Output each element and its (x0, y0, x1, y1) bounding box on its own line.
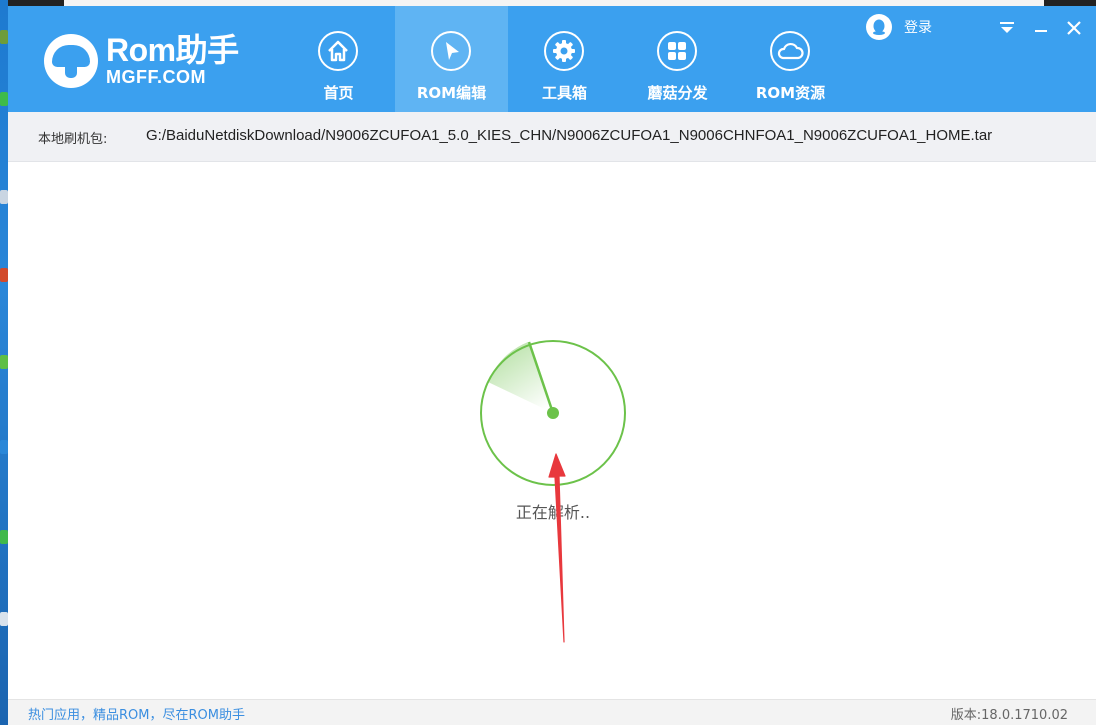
nav-label: 工具箱 (541, 84, 587, 102)
desktop-shortcut-icon[interactable] (0, 268, 8, 282)
login-button[interactable]: 登录 (866, 14, 932, 40)
cloud-icon (770, 31, 810, 71)
mushroom-icon (44, 34, 98, 88)
promo-link[interactable]: 热门应用，精品ROM，尽在ROM助手 (28, 704, 245, 723)
nav-tab-home[interactable]: 首页 (282, 6, 395, 112)
parsing-spinner (480, 340, 626, 486)
nav-tab-rom-resources[interactable]: ROM资源 (734, 6, 847, 112)
cursor-icon (431, 31, 471, 71)
desktop-shortcut-icon[interactable] (0, 92, 8, 106)
local-package-path: G:/BaiduNetdiskDownload/N9006ZCUFOA1_5.0… (146, 127, 993, 144)
minimize-icon (1035, 30, 1047, 32)
chevron-down-icon (1000, 22, 1014, 33)
version-label: 版本:18.0.1710.02 (950, 708, 1068, 723)
qq-icon (866, 14, 892, 40)
status-bar: 热门应用，精品ROM，尽在ROM助手 版本:18.0.1710.02 (8, 699, 1096, 725)
nav-tab-rom-edit[interactable]: ROM编辑 (395, 6, 508, 112)
app-window: Rom助手 MGFF.COM 首页 ROM编辑 工具箱 蘑菇分发 ROM资源 登… (8, 6, 1096, 725)
nav-tab-mushroom-distribute[interactable]: 蘑菇分发 (621, 6, 734, 112)
nav-label: 首页 (323, 84, 354, 102)
logo-subtitle: MGFF.COM (106, 67, 206, 87)
nav-label: ROM编辑 (416, 84, 487, 102)
desktop-background (0, 0, 8, 725)
close-button[interactable] (1062, 16, 1086, 40)
nav-label: ROM资源 (755, 84, 826, 102)
spinner-center-dot (547, 407, 559, 419)
header-bar: Rom助手 MGFF.COM 首页 ROM编辑 工具箱 蘑菇分发 ROM资源 登… (8, 6, 1096, 112)
close-icon (1067, 21, 1081, 35)
main-nav: 首页 ROM编辑 工具箱 蘑菇分发 ROM资源 (282, 6, 847, 112)
gear-icon (544, 31, 584, 71)
minimize-button[interactable] (1029, 16, 1053, 40)
local-package-label: 本地刷机包: (38, 132, 108, 147)
local-package-bar: 本地刷机包: G:/BaiduNetdiskDownload/N9006ZCUF… (8, 112, 1096, 162)
nav-tab-toolbox[interactable]: 工具箱 (508, 6, 621, 112)
nav-label: 蘑菇分发 (647, 84, 708, 102)
desktop-shortcut-icon[interactable] (0, 190, 8, 204)
desktop-shortcut-icon[interactable] (0, 530, 8, 544)
dropdown-menu-button[interactable] (995, 16, 1019, 40)
desktop-shortcut-icon[interactable] (0, 612, 8, 626)
parsing-status: 正在解析.. (515, 503, 591, 522)
desktop-shortcut-icon[interactable] (0, 355, 8, 369)
main-content: 正在解析.. (8, 162, 1096, 699)
home-icon (318, 31, 358, 71)
login-label: 登录 (904, 20, 932, 36)
desktop-shortcut-icon[interactable] (0, 30, 8, 44)
desktop-shortcut-icon[interactable] (0, 440, 8, 454)
app-logo[interactable]: Rom助手 MGFF.COM (44, 34, 264, 90)
logo-title: Rom助手 (106, 32, 239, 68)
grid-icon (657, 31, 697, 71)
